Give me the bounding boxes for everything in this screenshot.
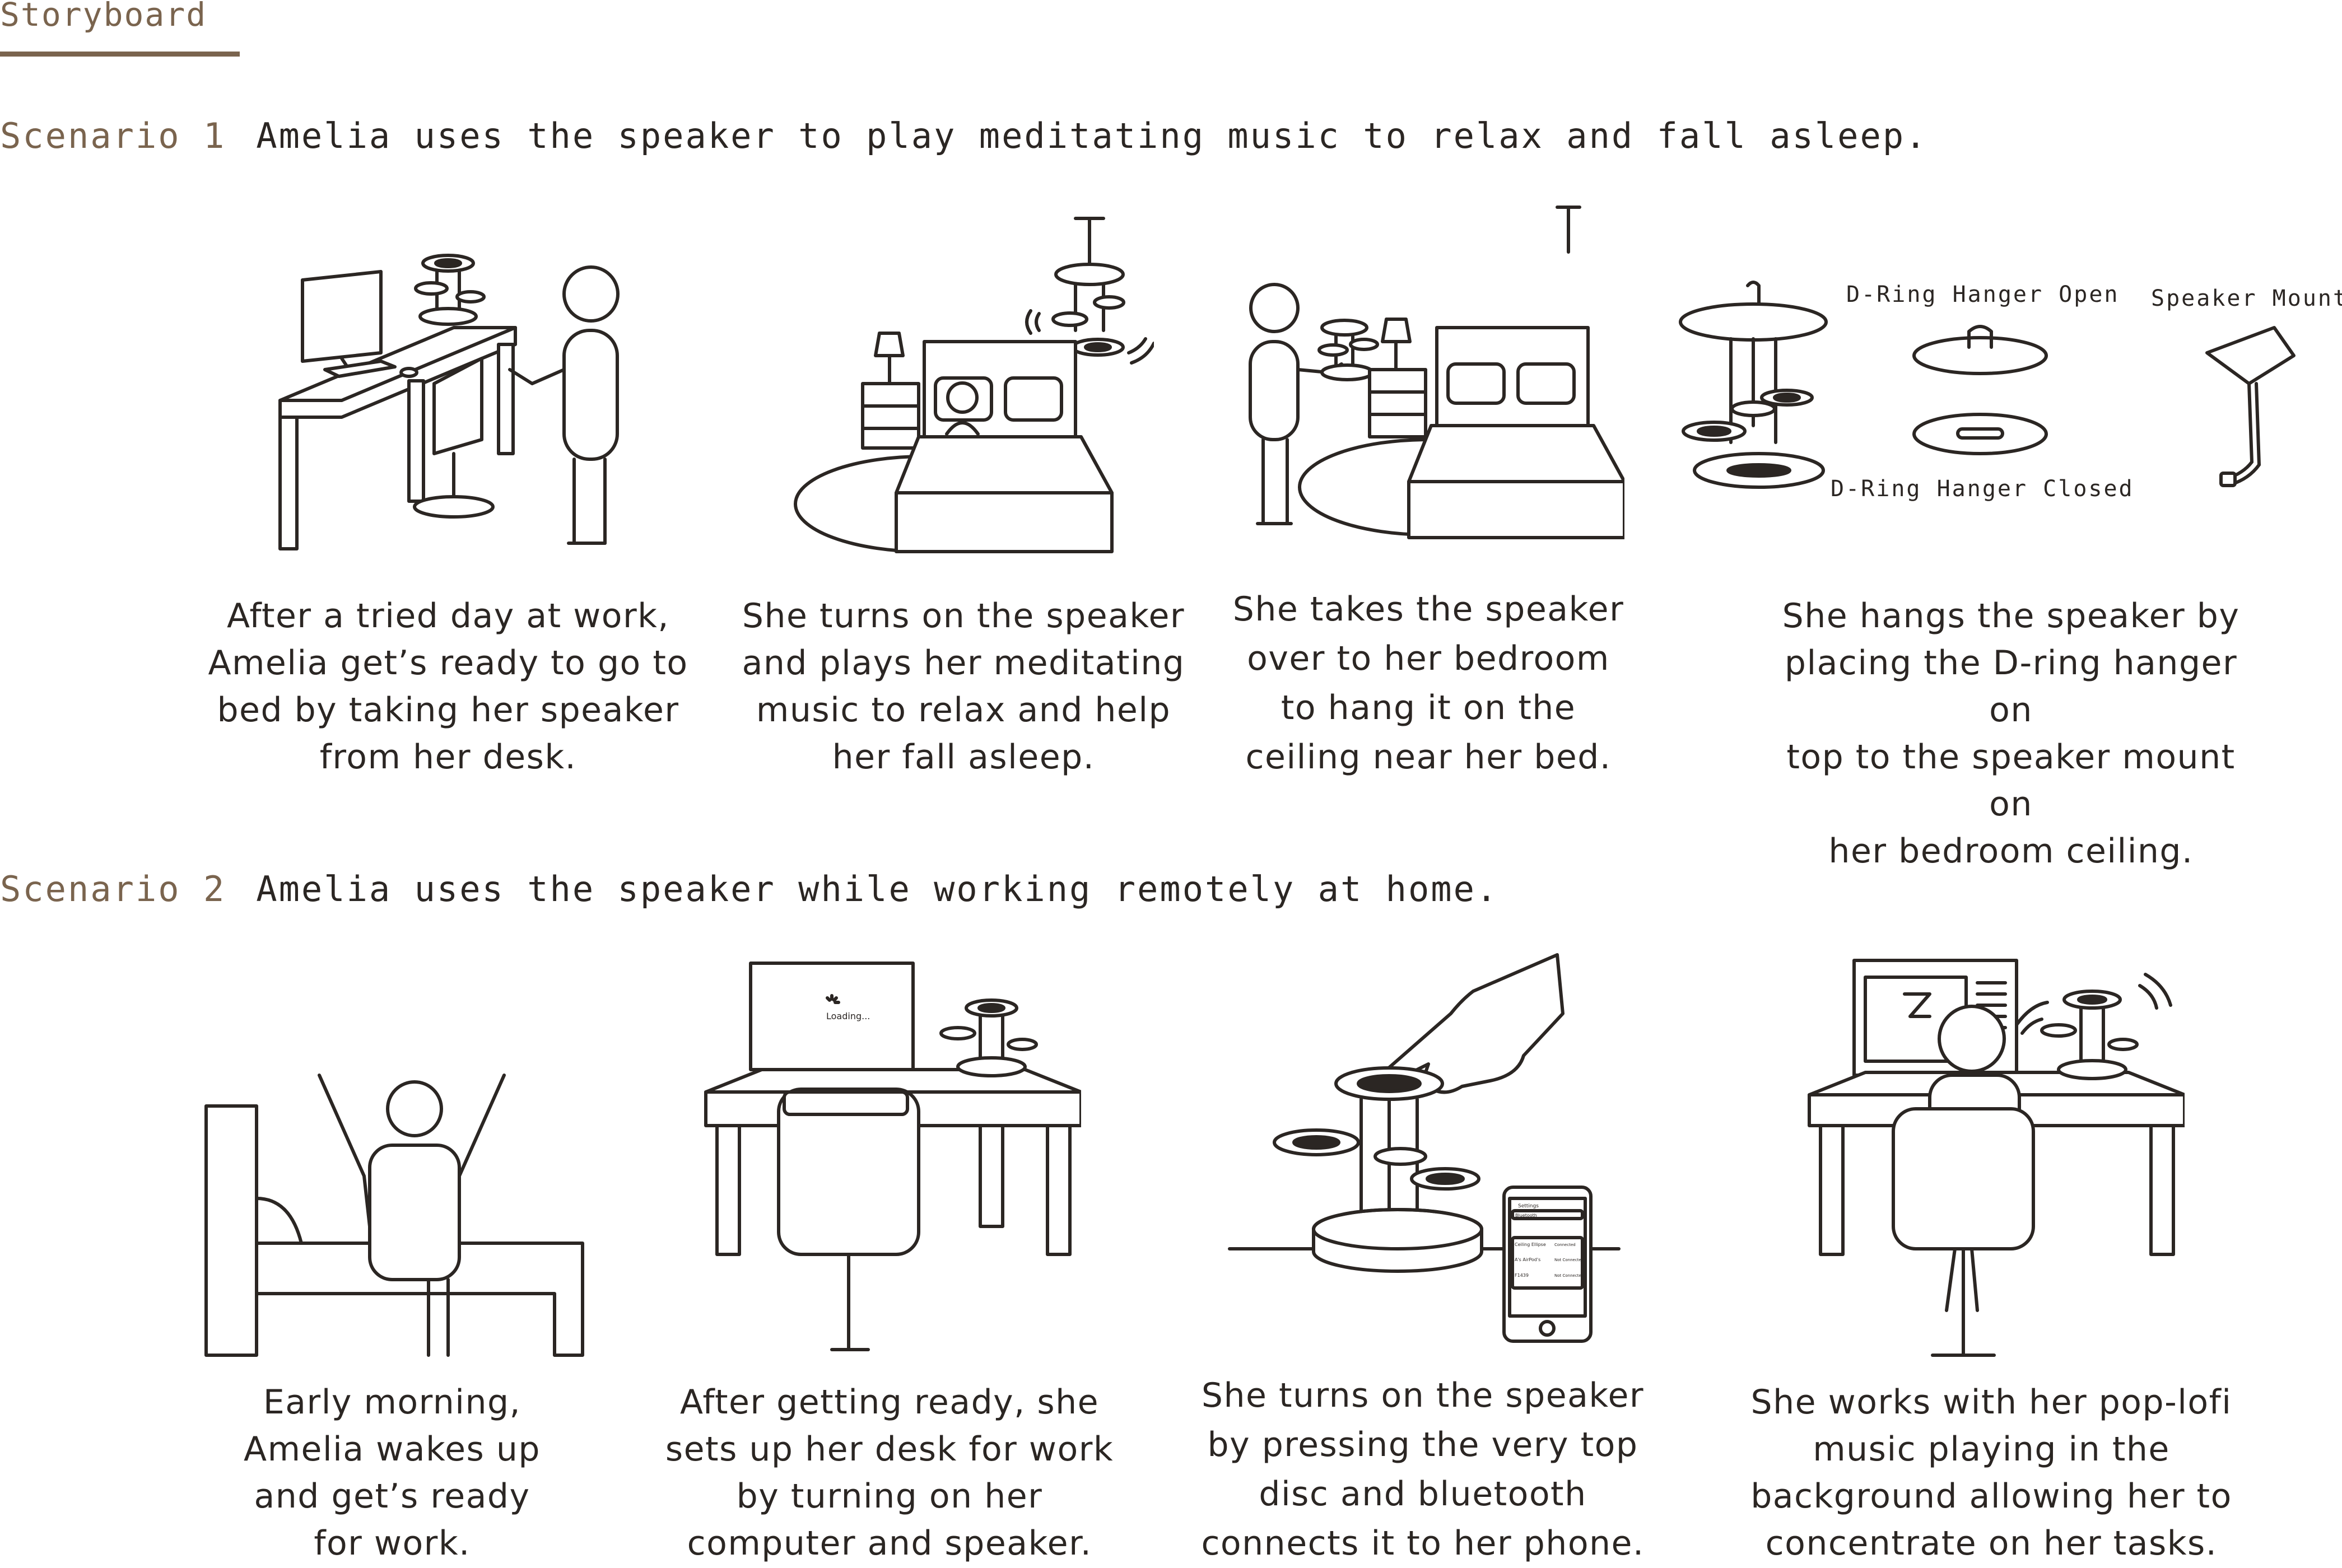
illustration-speaker-mount: [2196, 322, 2297, 496]
illustration-dring-open: [1910, 319, 2050, 381]
page-title: Storyboard: [0, 0, 207, 34]
scenario-2-text: Amelia uses the speaker while working re…: [256, 869, 1499, 909]
caption-s2-4: She works with her pop-lofi music playing…: [1750, 1383, 2232, 1563]
illustration-working-music: [1804, 952, 2185, 1366]
illustration-dring-closed: [1910, 409, 2050, 459]
monitor-illustration: [301, 270, 383, 363]
title-underline: [0, 52, 240, 57]
illustration-wake-up: [202, 1058, 594, 1361]
caption-s1-3: She takes the speaker over to her bedroom…: [1232, 590, 1624, 777]
phone-row-1-name: Ceiling Ellipse: [1515, 1242, 1546, 1247]
screen-loading-text: Loading...: [826, 1011, 870, 1021]
phone-row-3-status: Not Connected: [1554, 1273, 1584, 1278]
scenario-2-heading: Scenario 2 Amelia uses the speaker while …: [0, 869, 1498, 909]
phone-row-3-name: F1439: [1515, 1273, 1529, 1278]
caption-s1-1: After a tried day at work, Amelia get’s r…: [208, 596, 688, 777]
phone-header: Settings: [1518, 1203, 1539, 1209]
scenario-1-heading: Scenario 1 Amelia uses the speaker to pla…: [0, 115, 1928, 156]
caption-s2-3: She turns on the speaker by pressing the …: [1201, 1376, 1645, 1563]
caption-s2-2: After getting ready, she sets up her desk…: [665, 1383, 1114, 1563]
label-dring-closed: D-Ring Hanger Closed: [1831, 476, 2134, 502]
illustration-bed-speaker-playing: [784, 213, 1154, 560]
illustration-desk-setup: Loading...: [700, 958, 1081, 1366]
caption-s1-4: She hangs the speaker by placing the D-ri…: [1782, 596, 2240, 871]
scenario-2-tag: Scenario 2: [0, 869, 226, 909]
caption-s1-2: She turns on the speaker and plays her me…: [742, 596, 1185, 777]
phone-search: Bluetooth: [1515, 1213, 1537, 1218]
illustration-desk-pickup: [269, 246, 627, 560]
scenario-1-text: Amelia uses the speaker to play meditati…: [256, 115, 1928, 156]
label-speaker-mount: Speaker Mount: [2151, 286, 2342, 311]
phone-row-2-status: Not Connected: [1554, 1258, 1584, 1262]
scenario-1-tag: Scenario 1: [0, 115, 226, 156]
illustration-speaker-hanging: [1675, 280, 1832, 498]
illustration-press-speaker: Settings Bluetooth Ceiling Ellipse Conne…: [1227, 952, 1630, 1344]
label-dring-open: D-Ring Hanger Open: [1846, 282, 2120, 307]
phone-row-2-name: A's AirPod's: [1515, 1257, 1540, 1262]
phone-row-1-status: Connected: [1554, 1243, 1576, 1247]
caption-s2-1: Early morning, Amelia wakes up and get’s r…: [244, 1383, 541, 1563]
illustration-carry-to-bedroom: [1244, 202, 1624, 554]
